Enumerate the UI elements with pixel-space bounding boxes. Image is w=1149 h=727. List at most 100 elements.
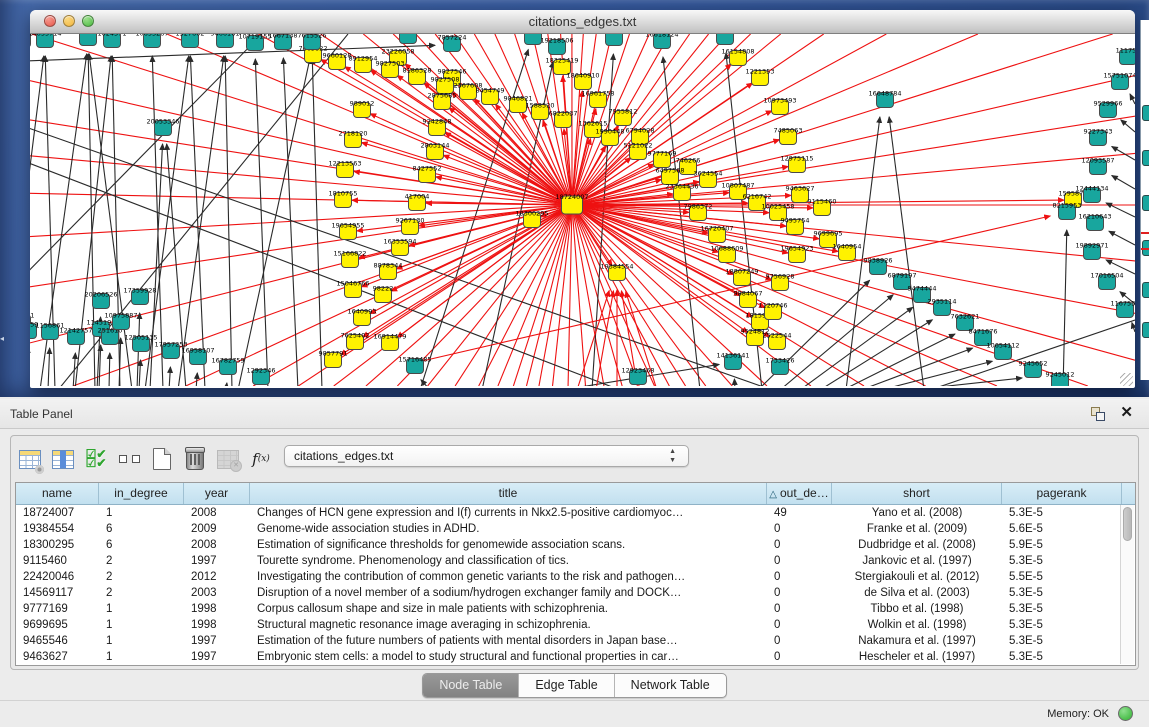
citation-edge[interactable] (1130, 94, 1135, 104)
table-cell[interactable]: 1998 (184, 601, 250, 617)
column-header-name[interactable]: name (16, 483, 99, 504)
table-cell[interactable]: 5.5E-5 (1002, 569, 1122, 585)
row-select-box-icon[interactable] (116, 446, 142, 472)
table-cell[interactable]: 2009 (184, 521, 250, 537)
window-titlebar[interactable]: citations_edges.txt (30, 10, 1135, 34)
citation-edge[interactable] (1112, 176, 1135, 189)
table-cell[interactable]: Genome-wide association studies in ADHD. (250, 521, 767, 537)
table-cell[interactable]: 2 (99, 553, 184, 569)
table-row[interactable]: 946362711997Embryonic stem cells: a mode… (16, 649, 1135, 665)
table-cell[interactable]: 9777169 (16, 601, 99, 617)
table-cell[interactable]: Dudbridge et al. (2008) (832, 537, 1002, 553)
table-selector-dropdown[interactable]: citations_edges.txt ▲▼ (284, 445, 689, 467)
table-cell[interactable]: 18724007 (16, 505, 99, 521)
table-cell[interactable]: Embryonic stem cells: a model to study s… (250, 649, 767, 665)
table-row[interactable]: 1938455462009Genome-wide association stu… (16, 521, 1135, 537)
table-cell[interactable]: 0 (767, 553, 832, 569)
tab-node-table[interactable]: Node Table (423, 674, 518, 697)
table-row[interactable]: 969969511998Structural magnetic resonanc… (16, 617, 1135, 633)
table-cell[interactable]: 5.3E-5 (1002, 585, 1122, 601)
table-cell[interactable]: 22420046 (16, 569, 99, 585)
table-cell[interactable]: 0 (767, 633, 832, 649)
memory-ok-indicator[interactable] (1118, 706, 1133, 721)
citation-edge[interactable] (1109, 231, 1135, 245)
table-cell[interactable]: de Silva et al. (2003) (832, 585, 1002, 601)
column-header-title[interactable]: title (250, 483, 767, 504)
network-node[interactable] (400, 34, 417, 44)
table-row[interactable]: 1872400712008Changes of HCN gene express… (16, 505, 1135, 521)
table-cell[interactable]: Jankovic et al. (1997) (832, 553, 1002, 569)
citation-edge[interactable] (734, 379, 735, 386)
table-cell[interactable]: 5.3E-5 (1002, 553, 1122, 569)
table-cell[interactable]: 2 (99, 569, 184, 585)
table-row[interactable]: 946554611997Estimation of the future num… (16, 633, 1135, 649)
table-cell[interactable]: 1998 (184, 617, 250, 633)
column-header-pagerank[interactable]: pagerank (1002, 483, 1122, 504)
table-cell[interactable]: Nakamura et al. (1997) (832, 633, 1002, 649)
row-select-check-icon[interactable]: ☑✔☑✔ (83, 446, 109, 472)
table-vertical-scrollbar[interactable] (1120, 505, 1134, 664)
table-cell[interactable]: 1 (99, 505, 184, 521)
citation-edge[interactable] (881, 361, 992, 386)
table-cell[interactable]: Tibbo et al. (1998) (832, 601, 1002, 617)
tab-edge-table[interactable]: Edge Table (518, 674, 613, 697)
citation-edge[interactable] (479, 205, 572, 386)
table-cell[interactable]: 2003 (184, 585, 250, 601)
column-header-in_degree[interactable]: in_degree (99, 483, 184, 504)
table-row[interactable]: 911546021997Tourette syndrome. Phenomeno… (16, 553, 1135, 569)
citation-edge[interactable] (572, 205, 604, 386)
table-cell[interactable]: 2 (99, 585, 184, 601)
table-cell[interactable]: 2008 (184, 505, 250, 521)
table-row[interactable]: 1830029562008Estimation of significance … (16, 537, 1135, 553)
network-window[interactable]: citations_edges.txt 76638229660128891295… (30, 10, 1135, 388)
table-cell[interactable]: 1 (99, 633, 184, 649)
citation-edge[interactable] (843, 334, 955, 386)
citation-edge[interactable] (572, 34, 978, 205)
table-cell[interactable]: 0 (767, 585, 832, 601)
window-resize-grip[interactable] (1120, 373, 1133, 386)
table-cell[interactable]: Franke et al. (2009) (832, 521, 1002, 537)
citation-edge[interactable] (498, 205, 572, 386)
float-panel-icon[interactable] (1091, 407, 1105, 421)
table-cell[interactable]: 1 (99, 649, 184, 665)
citation-edge[interactable] (572, 205, 1135, 360)
table-cell[interactable]: Wolkin et al. (1998) (832, 617, 1002, 633)
citation-edge[interactable] (526, 205, 572, 386)
column-chooser-icon[interactable] (50, 446, 76, 472)
citation-edge[interactable] (911, 378, 1022, 386)
table-cell[interactable]: 5.3E-5 (1002, 601, 1122, 617)
import-table-disabled-icon[interactable] (215, 446, 241, 472)
network-node[interactable] (1142, 105, 1149, 121)
close-panel-icon[interactable]: ✕ (1120, 404, 1133, 422)
table-cell[interactable]: 1997 (184, 633, 250, 649)
scrollbar-thumb[interactable] (1123, 507, 1132, 541)
table-cell[interactable]: Stergiakouli et al. (2012) (832, 569, 1002, 585)
column-header-year[interactable]: year (184, 483, 250, 504)
citation-edge[interactable] (370, 114, 572, 205)
table-cell[interactable]: 0 (767, 601, 832, 617)
table-settings-icon[interactable] (17, 446, 43, 472)
table-cell[interactable]: Estimation of the future numbers of pati… (250, 633, 767, 649)
citation-edge[interactable] (1121, 120, 1135, 132)
node-table[interactable]: namein_degreeyeartitle△out_de…shortpager… (15, 482, 1136, 666)
table-cell[interactable]: 49 (767, 505, 832, 521)
table-row[interactable]: 1456911722003Disruption of a novel membe… (16, 585, 1135, 601)
table-cell[interactable]: Tourette syndrome. Phenomenology and cla… (250, 553, 767, 569)
table-row[interactable]: 2242004622012Investigating the contribut… (16, 569, 1135, 585)
network-node[interactable] (1142, 195, 1149, 211)
table-cell[interactable]: 5.3E-5 (1002, 617, 1122, 633)
network-node[interactable] (1142, 282, 1149, 298)
panel-collapse-marker[interactable]: ◂ (0, 333, 7, 345)
citation-edge[interactable] (820, 320, 932, 386)
table-cell[interactable]: 2008 (184, 537, 250, 553)
network-node[interactable] (525, 34, 542, 45)
table-cell[interactable]: 1 (99, 601, 184, 617)
table-cell[interactable]: 1997 (184, 649, 250, 665)
citation-edge[interactable] (225, 56, 232, 386)
citation-edge[interactable] (109, 353, 110, 386)
table-cell[interactable]: 2012 (184, 569, 250, 585)
table-cell[interactable]: 1997 (184, 553, 250, 569)
citation-edge[interactable] (238, 58, 310, 386)
citation-edge[interactable] (1132, 323, 1135, 332)
table-cell[interactable]: Changes of HCN gene expression and I(f) … (250, 505, 767, 521)
